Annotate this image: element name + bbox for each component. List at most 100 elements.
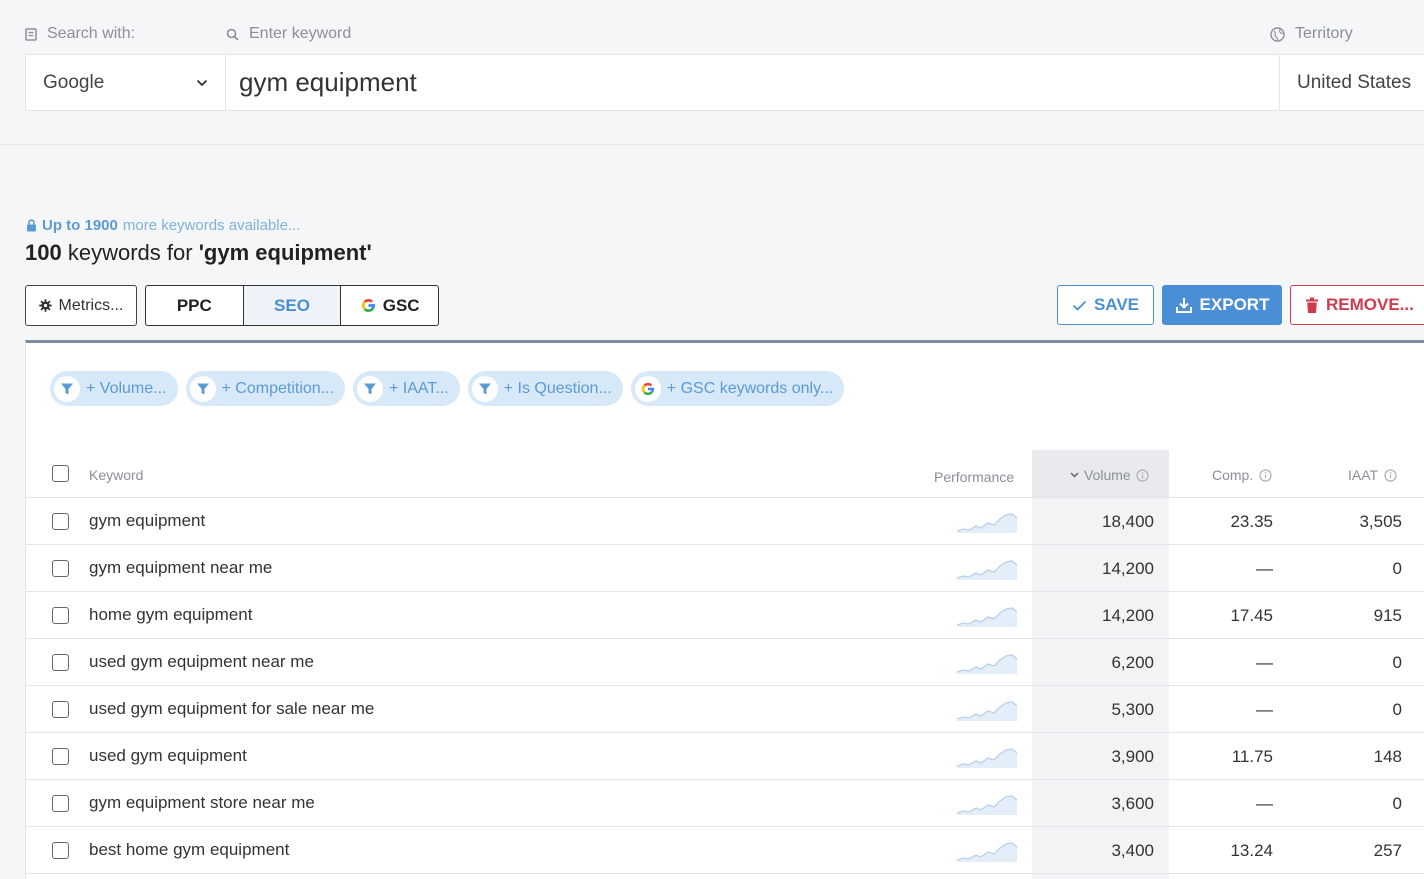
filter-icon [471, 375, 498, 402]
save-button[interactable]: SAVE [1057, 285, 1154, 325]
filter-chip-volume[interactable]: + Volume... [50, 371, 178, 406]
search-engine-select[interactable]: Google [26, 55, 226, 110]
results-query: 'gym equipment' [198, 240, 372, 265]
globe-icon [1270, 26, 1285, 42]
row-volume: 14,200 [1102, 559, 1154, 578]
header-keyword[interactable]: Keyword [89, 467, 143, 483]
table-row[interactable]: best home gym equipment 3,400 13.24 257 [26, 827, 1424, 874]
row-keyword: home gym equipment [89, 605, 253, 624]
table-header: Keyword Performance Volume Comp. IAAT [26, 450, 1424, 498]
row-keyword: used gym equipment for sale near me [89, 699, 375, 718]
header-comp[interactable]: Comp. [1212, 467, 1272, 483]
row-iaat: 257 [1373, 841, 1402, 860]
trash-icon [1306, 297, 1318, 313]
chevron-down-icon [196, 79, 208, 86]
row-iaat: 0 [1392, 559, 1402, 578]
performance-sparkline [956, 840, 1018, 867]
row-checkbox[interactable] [52, 560, 69, 577]
search-icon [226, 28, 239, 41]
google-icon [361, 298, 375, 312]
row-keyword: used gym equipment near me [89, 652, 314, 671]
row-comp: 23.35 [1230, 512, 1273, 531]
row-volume: 5,300 [1111, 700, 1154, 719]
header-performance: Performance [934, 469, 1015, 485]
filter-chip-gsc-only[interactable]: + GSC keywords only... [630, 371, 845, 406]
filter-chip-competition[interactable]: + Competition... [185, 371, 345, 406]
table-row[interactable]: gym equipment store near me 3,600 — 0 [26, 780, 1424, 827]
data-source-tabs: PPC SEO GSC [145, 285, 439, 326]
territory-label: Territory [1270, 25, 1353, 43]
search-engine-value: Google [43, 71, 105, 93]
tab-gsc[interactable]: GSC [341, 286, 438, 325]
row-volume: 14,200 [1102, 606, 1154, 625]
info-icon [1384, 468, 1397, 482]
territory-value: United States [1297, 71, 1412, 93]
upgrade-link[interactable]: Up to 1900 more keywords available... [26, 217, 300, 234]
filter-chips: + Volume... + Competition... + IAAT... +… [50, 371, 845, 406]
tab-seo[interactable]: SEO [243, 286, 342, 325]
header-volume[interactable]: Volume [1070, 467, 1149, 483]
row-iaat: 0 [1392, 794, 1402, 813]
keyword-input[interactable]: gym equipment [226, 55, 1280, 110]
divider [0, 144, 1424, 145]
export-button[interactable]: EXPORT [1162, 285, 1282, 325]
keyword-input-value: gym equipment [239, 67, 417, 97]
results-title: 100 keywords for 'gym equipment' [25, 240, 372, 266]
row-volume: 3,600 [1111, 794, 1154, 813]
info-icon [1259, 468, 1272, 482]
row-iaat: 3,505 [1359, 512, 1402, 531]
territory-select[interactable]: United States [1280, 55, 1424, 110]
row-iaat: 148 [1373, 747, 1402, 766]
row-checkbox[interactable] [52, 795, 69, 812]
search-with-label: Search with: [25, 25, 135, 43]
table-row[interactable]: used gym equipment near me 6,200 — 0 [26, 639, 1424, 686]
row-comp: — [1256, 653, 1273, 672]
header-iaat[interactable]: IAAT [1348, 467, 1397, 483]
info-icon [1136, 468, 1149, 482]
tab-ppc[interactable]: PPC [146, 286, 244, 325]
results-count: 100 [25, 240, 62, 265]
row-keyword: gym equipment near me [89, 558, 273, 577]
table-row[interactable]: gym equipment near me 14,200 — 0 [26, 545, 1424, 592]
remove-button[interactable]: REMOVE... [1290, 285, 1424, 325]
keyword-label: Enter keyword [226, 25, 351, 43]
row-keyword: used gym equipment [89, 746, 247, 765]
table-row[interactable]: used gym equipment for sale near me 5,300… [26, 686, 1424, 733]
row-iaat: 0 [1392, 653, 1402, 672]
performance-sparkline [956, 793, 1018, 820]
performance-sparkline [956, 746, 1018, 773]
metrics-button[interactable]: Metrics... [25, 285, 137, 326]
filter-icon [54, 375, 80, 402]
filter-chip-iaat[interactable]: + IAAT... [353, 371, 460, 406]
row-checkbox[interactable] [52, 748, 69, 765]
row-comp: — [1256, 794, 1273, 813]
row-volume: 18,400 [1102, 512, 1154, 531]
row-iaat: 0 [1392, 700, 1402, 719]
row-checkbox[interactable] [52, 513, 69, 530]
row-checkbox[interactable] [52, 607, 69, 624]
table-row[interactable]: home gym equipment 14,200 17.45 915 [26, 592, 1424, 639]
performance-sparkline [956, 699, 1018, 726]
table-row[interactable]: used gym equipment 3,900 11.75 148 [26, 733, 1424, 780]
select-all-checkbox[interactable] [52, 465, 69, 482]
row-keyword: gym equipment [89, 511, 206, 530]
row-comp: 11.75 [1231, 747, 1273, 766]
row-keyword: gym equipment store near me [89, 793, 315, 812]
row-checkbox[interactable] [52, 701, 69, 718]
row-iaat: 915 [1373, 606, 1402, 625]
sort-desc-icon [1070, 472, 1079, 478]
performance-sparkline [956, 558, 1018, 585]
search-bar: Google gym equipment United States [25, 54, 1424, 111]
filter-icon [189, 375, 216, 402]
results-panel: + Volume... + Competition... + IAAT... +… [25, 340, 1424, 879]
row-checkbox[interactable] [52, 654, 69, 671]
lock-icon [27, 219, 36, 232]
row-checkbox[interactable] [52, 842, 69, 859]
table-row[interactable]: gym equipment 18,400 23.35 3,505 [26, 498, 1424, 545]
gear-icon [38, 299, 52, 312]
row-volume: 3,400 [1111, 841, 1154, 860]
row-comp: 13.24 [1230, 841, 1273, 860]
results-text: keywords for [67, 240, 193, 265]
row-volume: 6,200 [1111, 653, 1154, 672]
filter-chip-is-question[interactable]: + Is Question... [467, 371, 623, 406]
